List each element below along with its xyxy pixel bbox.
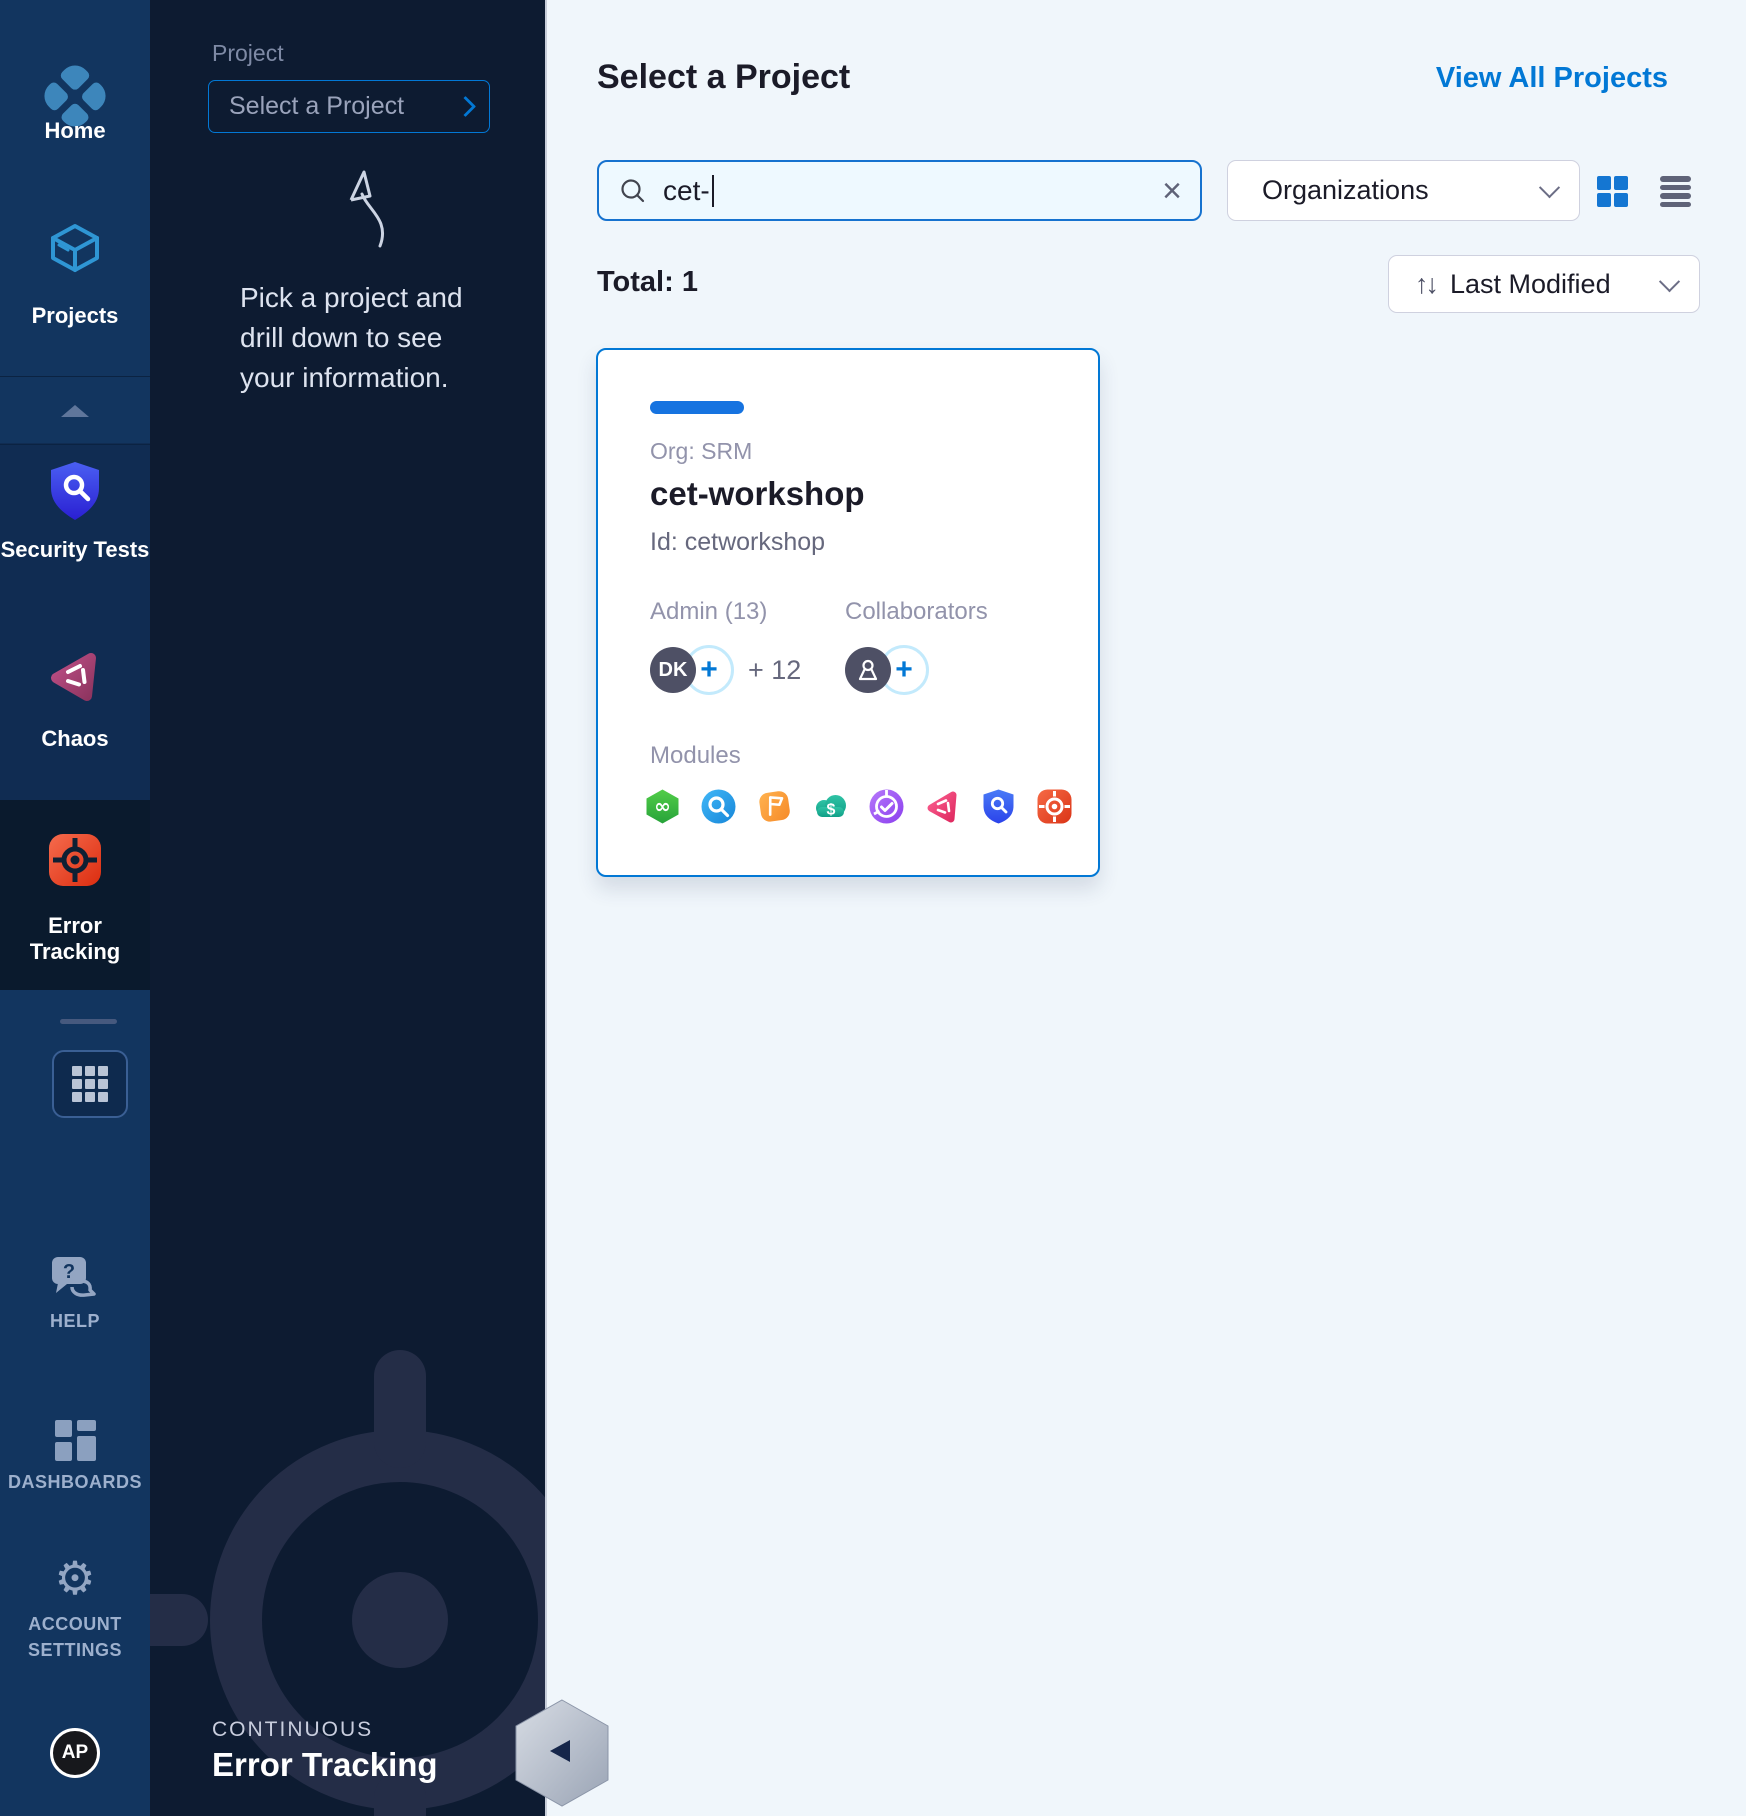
clear-search-icon[interactable]: ×: [1162, 174, 1182, 208]
module-title: Error Tracking: [212, 1746, 438, 1784]
sort-dropdown[interactable]: ↑↓ Last Modified: [1388, 255, 1700, 313]
gear-icon: ⚙: [0, 1555, 150, 1601]
project-panel: Project Select a Project Pick a project …: [150, 0, 545, 1816]
user-avatar[interactable]: AP: [50, 1728, 100, 1778]
person-icon: [855, 657, 881, 683]
app-window: Home Projects Security: [0, 0, 1746, 1816]
module-icon-row: ∞: [644, 788, 1073, 825]
help-chat-icon: ?: [50, 1255, 102, 1305]
panel-collapse-button[interactable]: [512, 1698, 612, 1808]
total-count: Total: 1: [597, 266, 698, 299]
search-icon: [619, 177, 647, 205]
shield-search-icon: [47, 460, 103, 522]
modules-label: Modules: [650, 742, 741, 770]
sidebar-item-dashboards[interactable]: DASHBOARDS: [0, 1418, 150, 1508]
sidebar-item-label: Home: [0, 118, 150, 144]
module-reliability-icon: [868, 788, 905, 825]
chevron-down-icon: [1659, 271, 1680, 292]
card-project-name: cet-workshop: [650, 475, 865, 513]
doodle-arrow-icon: [318, 158, 408, 253]
module-kicker: CONTINUOUS: [212, 1718, 373, 1742]
sidebar-item-help[interactable]: ? HELP: [0, 1255, 150, 1345]
sidebar-item-label: ACCOUNT SETTINGS: [0, 1611, 150, 1663]
search-value: cet-: [663, 175, 710, 207]
module-error-tracking-icon: [1036, 788, 1073, 825]
admin-more-count: + 12: [748, 655, 801, 686]
chevron-down-icon: [1539, 177, 1560, 198]
list-view-toggle[interactable]: [1660, 176, 1691, 207]
chevron-right-icon: [455, 96, 476, 117]
project-field-label: Project: [212, 40, 284, 67]
project-selector[interactable]: Select a Project: [208, 80, 490, 133]
organizations-dropdown[interactable]: Organizations: [1227, 160, 1580, 221]
sidebar-item-error-tracking[interactable]: Error Tracking: [0, 825, 150, 955]
module-verify-icon: [700, 788, 737, 825]
sidebar-item-label: Error Tracking: [0, 913, 150, 965]
sidebar-item-home[interactable]: Home: [0, 28, 150, 158]
admin-label: Admin (13): [650, 598, 767, 626]
module-chaos-icon: [924, 788, 961, 825]
organizations-value: Organizations: [1262, 175, 1542, 206]
project-selector-value: Select a Project: [229, 92, 458, 121]
main-content: Select a Project View All Projects cet- …: [545, 0, 1746, 1816]
card-project-id: Id: cetworkshop: [650, 528, 825, 557]
error-tracking-watermark-icon: [150, 1340, 545, 1816]
left-nav: Home Projects Security: [0, 0, 150, 1816]
sidebar-item-label: Chaos: [0, 726, 150, 752]
collaborator-avatar-row: +: [845, 645, 929, 695]
dashboards-icon: [53, 1418, 98, 1463]
card-org: Org: SRM: [650, 438, 752, 465]
view-all-projects-link[interactable]: View All Projects: [1436, 62, 1668, 95]
text-caret: [712, 175, 715, 207]
question-glyph: ?: [63, 1261, 75, 1283]
sidebar-item-projects[interactable]: Projects: [0, 210, 150, 330]
chaos-icon: [46, 647, 104, 705]
nav-divider: [60, 1019, 117, 1024]
sidebar-item-label: HELP: [0, 1311, 150, 1332]
sidebar-item-label: Security Tests: [0, 537, 150, 563]
launcher-grid-icon: [72, 1066, 108, 1102]
collapse-up-icon: [61, 405, 89, 417]
collaborator-avatar[interactable]: [845, 647, 891, 693]
collaborators-label: Collaborators: [845, 598, 988, 626]
module-launcher-button[interactable]: [52, 1050, 128, 1118]
sort-value: Last Modified: [1450, 269, 1662, 300]
module-feature-flags-icon: [756, 788, 793, 825]
svg-text:$: $: [827, 802, 836, 819]
nav-collapse-band[interactable]: [0, 376, 150, 445]
sidebar-item-security-tests[interactable]: Security Tests: [0, 455, 150, 585]
sort-arrows-icon: ↑↓: [1415, 269, 1436, 300]
svg-text:∞: ∞: [654, 794, 671, 818]
sidebar-item-account-settings[interactable]: ⚙ ACCOUNT SETTINGS: [0, 1555, 150, 1675]
sidebar-item-label: DASHBOARDS: [0, 1472, 150, 1493]
avatar-initials: AP: [62, 1742, 88, 1764]
sidebar-item-label: Projects: [0, 303, 150, 329]
module-cloud-cost-icon: $: [812, 788, 849, 825]
project-color-pill: [650, 401, 744, 414]
cube-icon: [43, 218, 107, 282]
grid-view-toggle[interactable]: [1597, 176, 1628, 207]
avatar[interactable]: DK: [650, 647, 696, 693]
page-title: Select a Project: [597, 58, 850, 97]
module-security-tests-icon: [980, 788, 1017, 825]
error-tracking-icon: [48, 833, 102, 887]
search-input[interactable]: cet- ×: [597, 160, 1202, 221]
admin-avatar-row: DK + + 12: [650, 645, 801, 695]
project-card[interactable]: Org: SRM cet-workshop Id: cetworkshop Ad…: [596, 348, 1100, 877]
sidebar-item-chaos[interactable]: Chaos: [0, 640, 150, 770]
panel-hint-text: Pick a project and drill down to see you…: [240, 278, 490, 398]
module-ci-icon: ∞: [644, 788, 681, 825]
